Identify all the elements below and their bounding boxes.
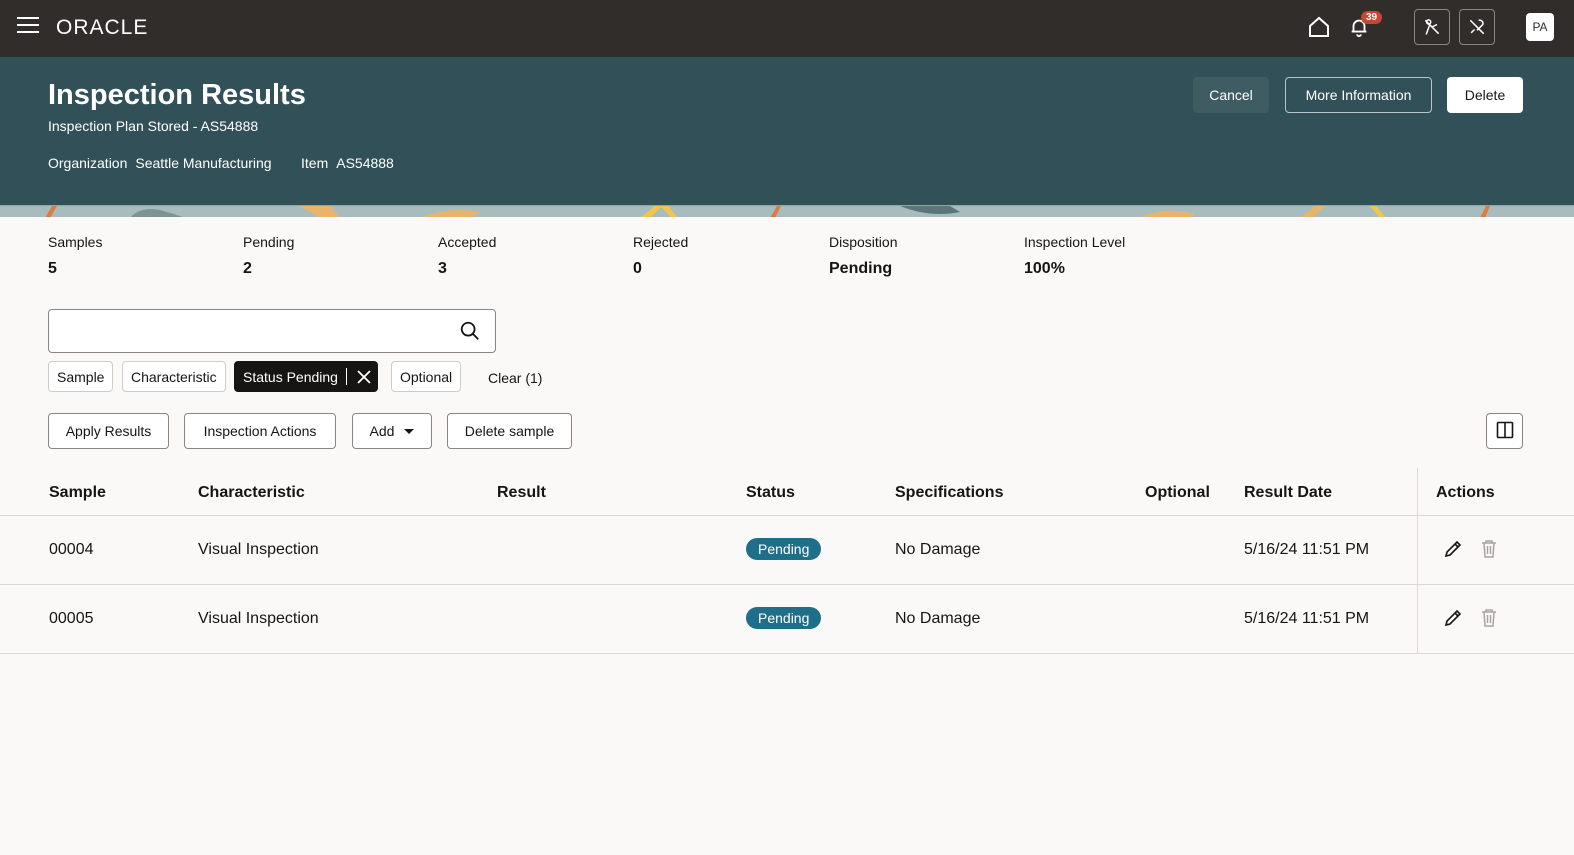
cell-specifications: No Damage bbox=[895, 541, 981, 558]
cell-result-date: 5/16/24 11:51 PM bbox=[1244, 610, 1370, 627]
cell-characteristic: Visual Inspection bbox=[198, 541, 319, 558]
summary-accepted: Accepted 3 bbox=[438, 234, 496, 278]
column-header-sample[interactable]: Sample bbox=[49, 484, 106, 502]
summary-samples: Samples 5 bbox=[48, 234, 102, 278]
inspection-actions-button[interactable]: Inspection Actions bbox=[184, 413, 336, 449]
column-header-result-date[interactable]: Result Date bbox=[1244, 484, 1332, 502]
summary-value: 2 bbox=[243, 260, 252, 277]
column-header-status[interactable]: Status bbox=[746, 484, 795, 502]
cell-sample: 00004 bbox=[49, 541, 94, 558]
search-icon[interactable] bbox=[459, 320, 481, 347]
column-header-result[interactable]: Result bbox=[497, 484, 546, 502]
summary-value: 100% bbox=[1024, 260, 1065, 277]
edit-pencil-icon[interactable] bbox=[1442, 607, 1464, 629]
table-header: Sample Characteristic Result Status Spec… bbox=[0, 470, 1574, 516]
cell-specifications: No Damage bbox=[895, 610, 981, 627]
summary-pending: Pending 2 bbox=[243, 234, 294, 278]
delete-sample-button[interactable]: Delete sample bbox=[447, 413, 572, 449]
add-button[interactable]: Add bbox=[352, 413, 432, 449]
notification-count-badge: 39 bbox=[1361, 11, 1383, 24]
item-value: AS54888 bbox=[336, 155, 394, 171]
organization-meta: Organization Seattle Manufacturing bbox=[48, 155, 272, 171]
filter-chip-label: Status Pending bbox=[243, 368, 338, 385]
top-bar: ORACLE 39 PA bbox=[0, 0, 1574, 57]
column-header-specifications[interactable]: Specifications bbox=[895, 484, 1003, 502]
search-box bbox=[48, 309, 496, 353]
table-row[interactable]: 00005 Visual Inspection Pending No Damag… bbox=[0, 585, 1574, 654]
summary-label: Accepted bbox=[438, 234, 497, 250]
delete-trash-icon[interactable] bbox=[1478, 607, 1500, 629]
more-information-button[interactable]: More Information bbox=[1285, 77, 1432, 113]
actions-column-divider bbox=[1417, 468, 1418, 654]
summary-inspection-level: Inspection Level 100% bbox=[1024, 234, 1125, 278]
organization-value: Seattle Manufacturing bbox=[135, 155, 272, 171]
summary-label: Pending bbox=[243, 234, 295, 250]
caret-down-icon bbox=[404, 428, 415, 434]
summary-label: Samples bbox=[48, 234, 103, 250]
chip-separator bbox=[345, 368, 347, 385]
item-meta: Item AS54888 bbox=[301, 155, 394, 171]
edit-pencil-icon[interactable] bbox=[1442, 538, 1464, 560]
cell-sample: 00005 bbox=[49, 610, 94, 627]
hamburger-menu-icon[interactable] bbox=[17, 17, 39, 35]
status-badge: Pending bbox=[746, 607, 822, 629]
cell-characteristic: Visual Inspection bbox=[198, 610, 319, 627]
page-header: Inspection Results Inspection Plan Store… bbox=[0, 57, 1574, 205]
summary-value: 0 bbox=[633, 260, 642, 277]
summary-value: Pending bbox=[829, 260, 893, 277]
user-avatar[interactable]: PA bbox=[1526, 13, 1554, 41]
page-subtitle: Inspection Plan Stored - AS54888 bbox=[48, 118, 259, 134]
oracle-logo: ORACLE bbox=[56, 16, 149, 39]
summary-value: 5 bbox=[48, 260, 57, 277]
summary-label: Rejected bbox=[633, 234, 689, 250]
close-icon[interactable] bbox=[355, 368, 373, 386]
delete-trash-icon[interactable] bbox=[1478, 538, 1500, 560]
table-row[interactable]: 00004 Visual Inspection Pending No Damag… bbox=[0, 516, 1574, 585]
decorative-banner bbox=[0, 205, 1574, 217]
filter-chip-characteristic[interactable]: Characteristic bbox=[122, 361, 226, 392]
columns-toggle-button[interactable] bbox=[1486, 413, 1523, 449]
organization-label: Organization bbox=[48, 155, 128, 171]
page-title: Inspection Results bbox=[48, 79, 306, 111]
item-label: Item bbox=[301, 155, 329, 171]
cell-result-date: 5/16/24 11:51 PM bbox=[1244, 541, 1370, 558]
clear-filters-link[interactable]: Clear (1) bbox=[488, 370, 542, 386]
filter-chip-sample[interactable]: Sample bbox=[48, 361, 114, 392]
home-icon[interactable] bbox=[1304, 12, 1334, 42]
user-assist-icon[interactable] bbox=[1414, 9, 1450, 45]
tools-disabled-icon[interactable] bbox=[1459, 9, 1495, 45]
search-input[interactable] bbox=[59, 310, 449, 350]
summary-value: 3 bbox=[438, 260, 447, 277]
filter-chip-status-pending[interactable]: Status Pending bbox=[234, 361, 378, 392]
status-badge: Pending bbox=[746, 538, 822, 560]
cancel-button[interactable]: Cancel bbox=[1193, 77, 1269, 113]
columns-icon bbox=[1496, 421, 1514, 442]
summary-rejected: Rejected 0 bbox=[633, 234, 688, 278]
delete-button[interactable]: Delete bbox=[1447, 77, 1523, 113]
add-button-label: Add bbox=[369, 423, 395, 439]
apply-results-button[interactable]: Apply Results bbox=[48, 413, 169, 449]
summary-label: Disposition bbox=[829, 234, 898, 250]
column-header-characteristic[interactable]: Characteristic bbox=[198, 484, 305, 502]
column-header-optional[interactable]: Optional bbox=[1145, 484, 1210, 502]
filter-chip-optional[interactable]: Optional bbox=[391, 361, 462, 392]
column-header-actions: Actions bbox=[1436, 484, 1495, 501]
summary-disposition: Disposition Pending bbox=[829, 234, 897, 278]
summary-label: Inspection Level bbox=[1024, 234, 1126, 250]
